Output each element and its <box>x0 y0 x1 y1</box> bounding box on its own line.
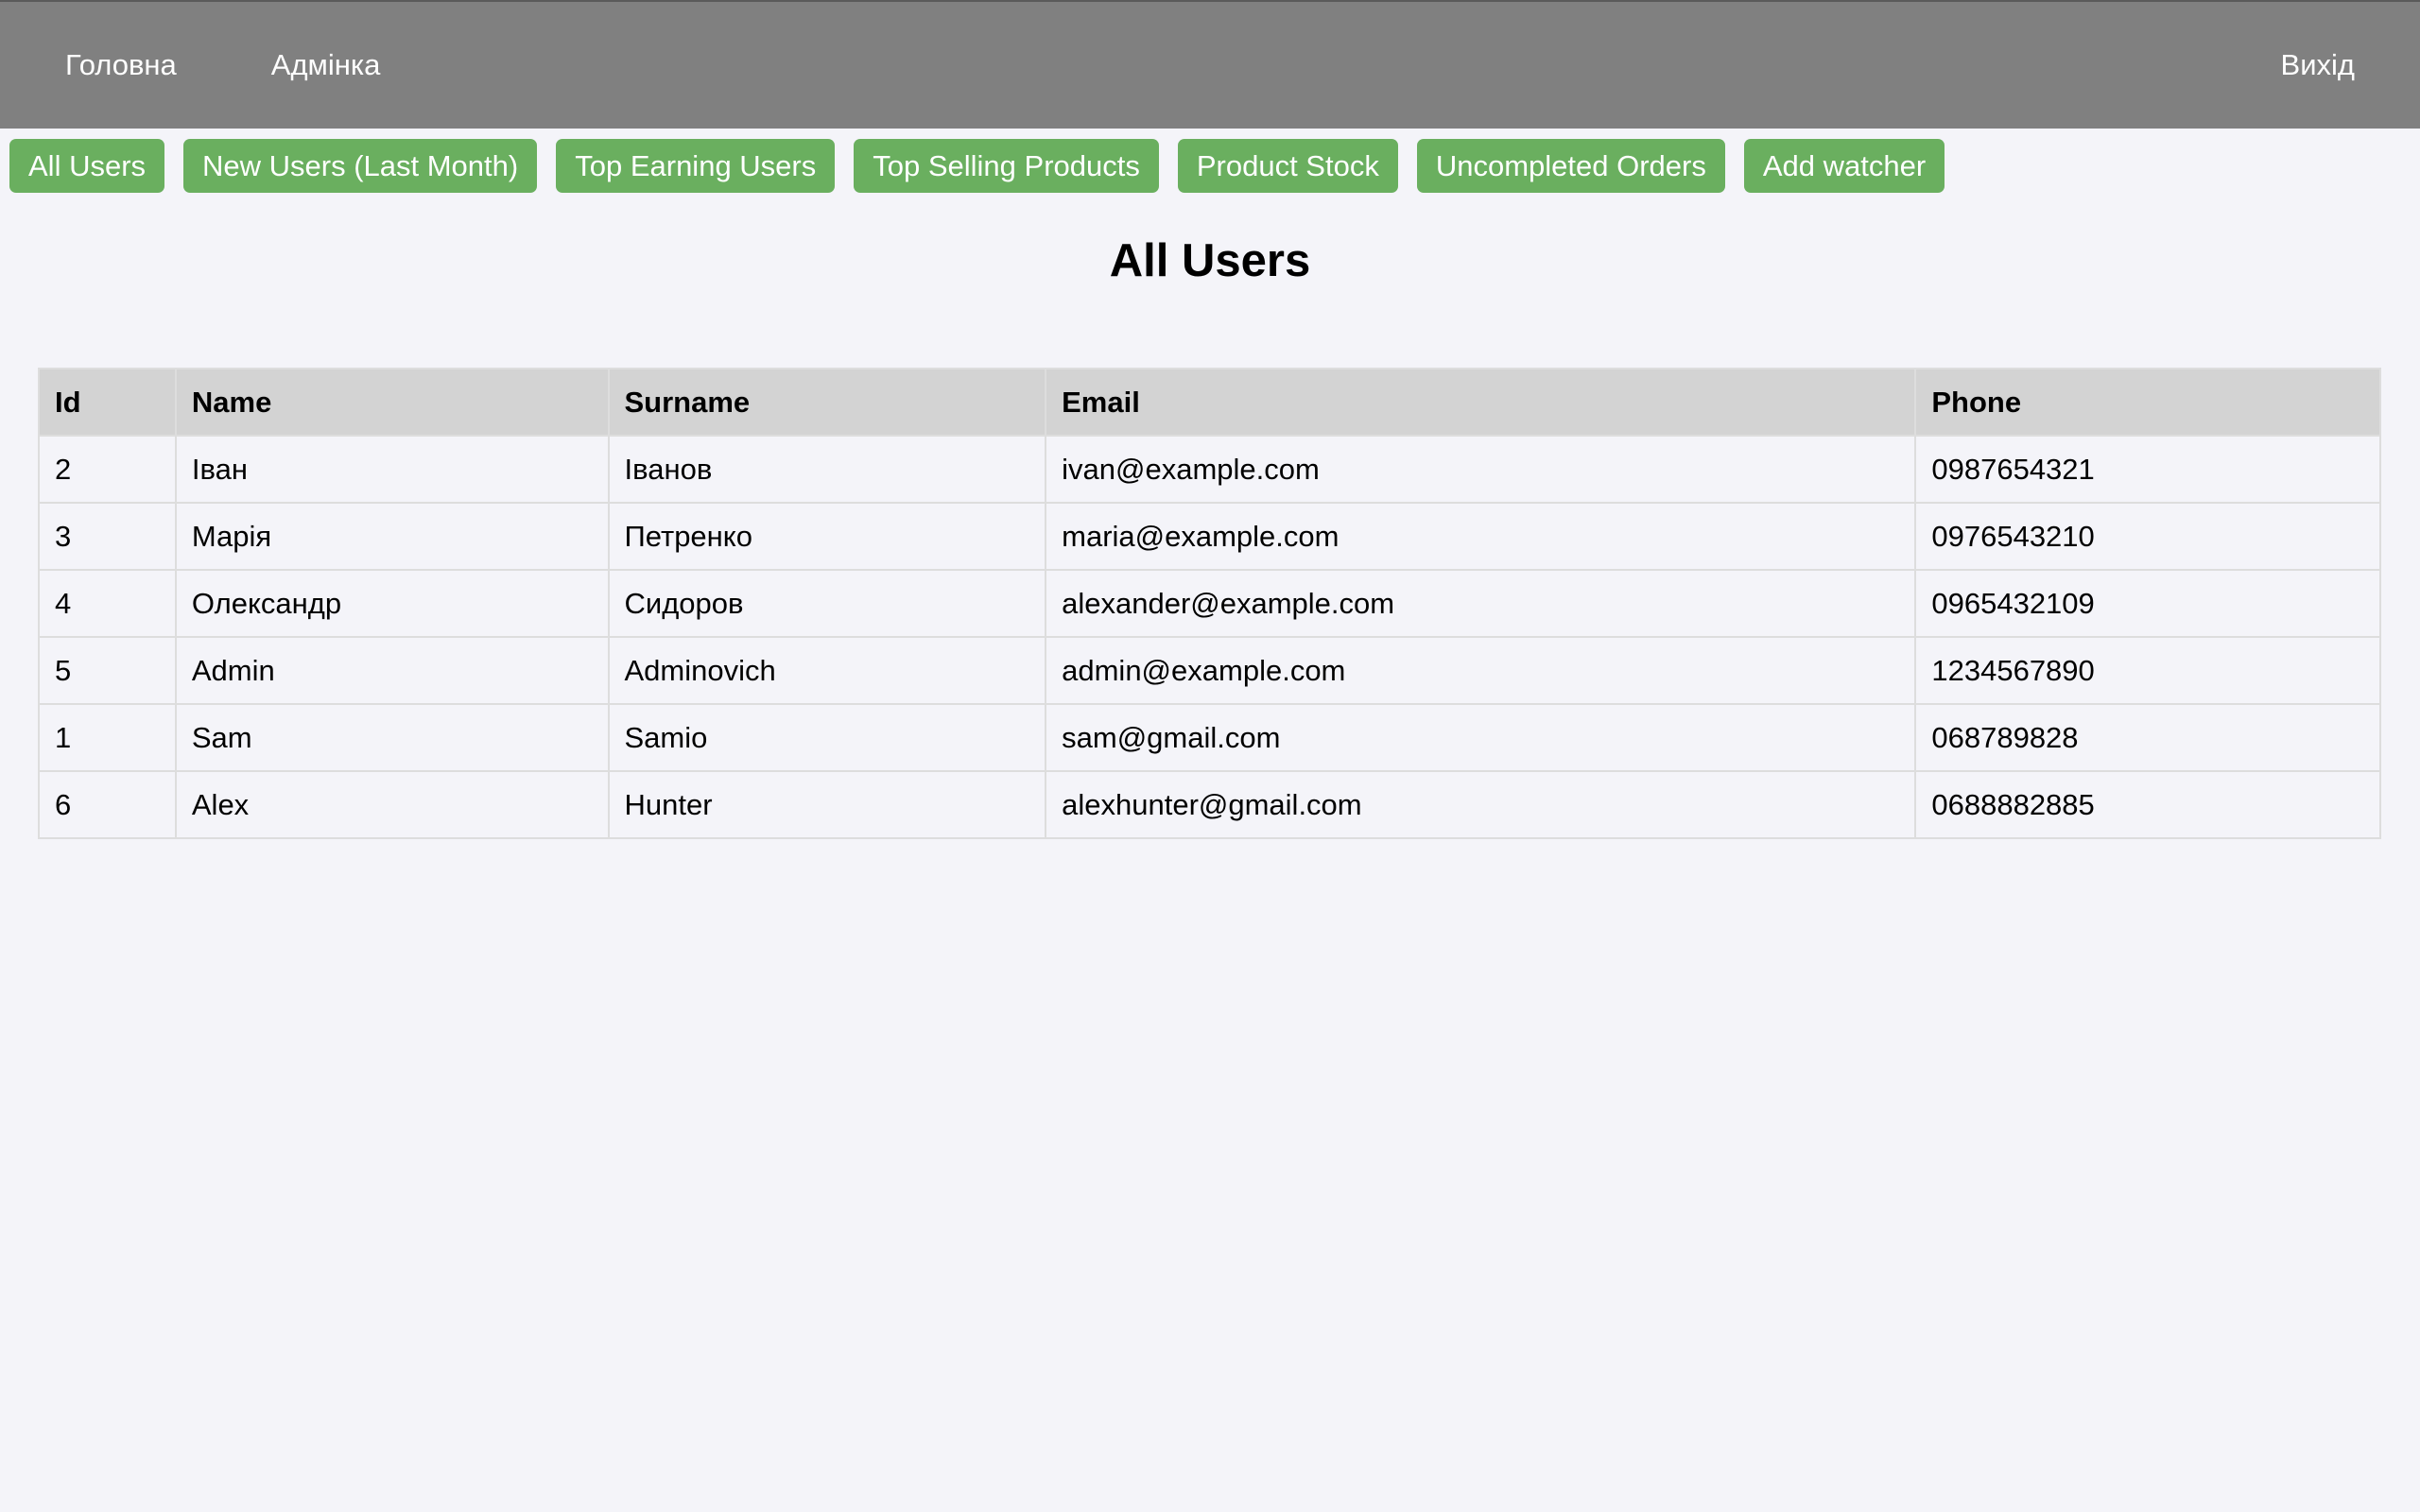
cell-name: Admin <box>174 636 610 705</box>
cell-name: Марія <box>174 502 610 571</box>
cell-name: Sam <box>174 703 610 772</box>
cell-email: sam@gmail.com <box>1045 703 1917 772</box>
nav-link-home[interactable]: Головна <box>65 48 177 82</box>
cell-id: 6 <box>38 770 177 839</box>
cell-email: maria@example.com <box>1045 502 1917 571</box>
cell-phone: 068789828 <box>1914 703 2381 772</box>
cell-surname: Петренко <box>607 502 1047 571</box>
cell-name: Alex <box>174 770 610 839</box>
cell-phone: 0688882885 <box>1914 770 2381 839</box>
column-header-email: Email <box>1045 368 1917 437</box>
nav-link-admin[interactable]: Адмінка <box>271 48 381 82</box>
page-title: All Users <box>1109 235 1311 286</box>
cell-name: Олександр <box>174 569 610 638</box>
cell-email: alexhunter@gmail.com <box>1045 770 1917 839</box>
cell-id: 2 <box>38 435 177 504</box>
cell-id: 1 <box>38 703 177 772</box>
cell-phone: 0965432109 <box>1914 569 2381 638</box>
column-header-phone: Phone <box>1914 368 2381 437</box>
cell-surname: Samio <box>607 703 1047 772</box>
column-header-name: Name <box>174 368 610 437</box>
table-row: 1 Sam Samio sam@gmail.com 068789828 <box>38 703 2381 772</box>
top-earning-users-button[interactable]: Top Earning Users <box>556 139 836 193</box>
table-row: 5 Admin Adminovich admin@example.com 123… <box>38 636 2381 705</box>
uncompleted-orders-button[interactable]: Uncompleted Orders <box>1416 139 1725 193</box>
cell-phone: 1234567890 <box>1914 636 2381 705</box>
table-row: 2 Іван Іванов ivan@example.com 098765432… <box>38 435 2381 504</box>
table-row: 4 Олександр Сидоров alexander@example.co… <box>38 569 2381 638</box>
users-table: Id Name Surname Email Phone 2 Іван Івано… <box>38 368 2381 839</box>
top-nav-bar: Головна Адмінка Вихід <box>0 0 2420 129</box>
cell-surname: Hunter <box>607 770 1047 839</box>
cell-email: ivan@example.com <box>1045 435 1917 504</box>
cell-name: Іван <box>174 435 610 504</box>
new-users-button[interactable]: New Users (Last Month) <box>183 139 538 193</box>
cell-id: 3 <box>38 502 177 571</box>
cell-phone: 0987654321 <box>1914 435 2381 504</box>
table-row: 6 Alex Hunter alexhunter@gmail.com 06888… <box>38 770 2381 839</box>
cell-phone: 0976543210 <box>1914 502 2381 571</box>
product-stock-button[interactable]: Product Stock <box>1177 139 1398 193</box>
table-row: 3 Марія Петренко maria@example.com 09765… <box>38 502 2381 571</box>
report-button-bar: All Users New Users (Last Month) Top Ear… <box>9 139 1945 193</box>
cell-surname: Іванов <box>607 435 1047 504</box>
cell-surname: Сидоров <box>607 569 1047 638</box>
cell-email: alexander@example.com <box>1045 569 1917 638</box>
top-selling-products-button[interactable]: Top Selling Products <box>854 139 1159 193</box>
column-header-surname: Surname <box>607 368 1047 437</box>
cell-surname: Adminovich <box>607 636 1047 705</box>
cell-id: 5 <box>38 636 177 705</box>
users-table-container: Id Name Surname Email Phone 2 Іван Івано… <box>38 368 2381 839</box>
cell-id: 4 <box>38 569 177 638</box>
nav-link-logout[interactable]: Вихід <box>2281 48 2355 82</box>
add-watcher-button[interactable]: Add watcher <box>1743 139 1945 193</box>
table-header-row: Id Name Surname Email Phone <box>38 368 2381 437</box>
column-header-id: Id <box>38 368 177 437</box>
cell-email: admin@example.com <box>1045 636 1917 705</box>
all-users-button[interactable]: All Users <box>9 139 165 193</box>
